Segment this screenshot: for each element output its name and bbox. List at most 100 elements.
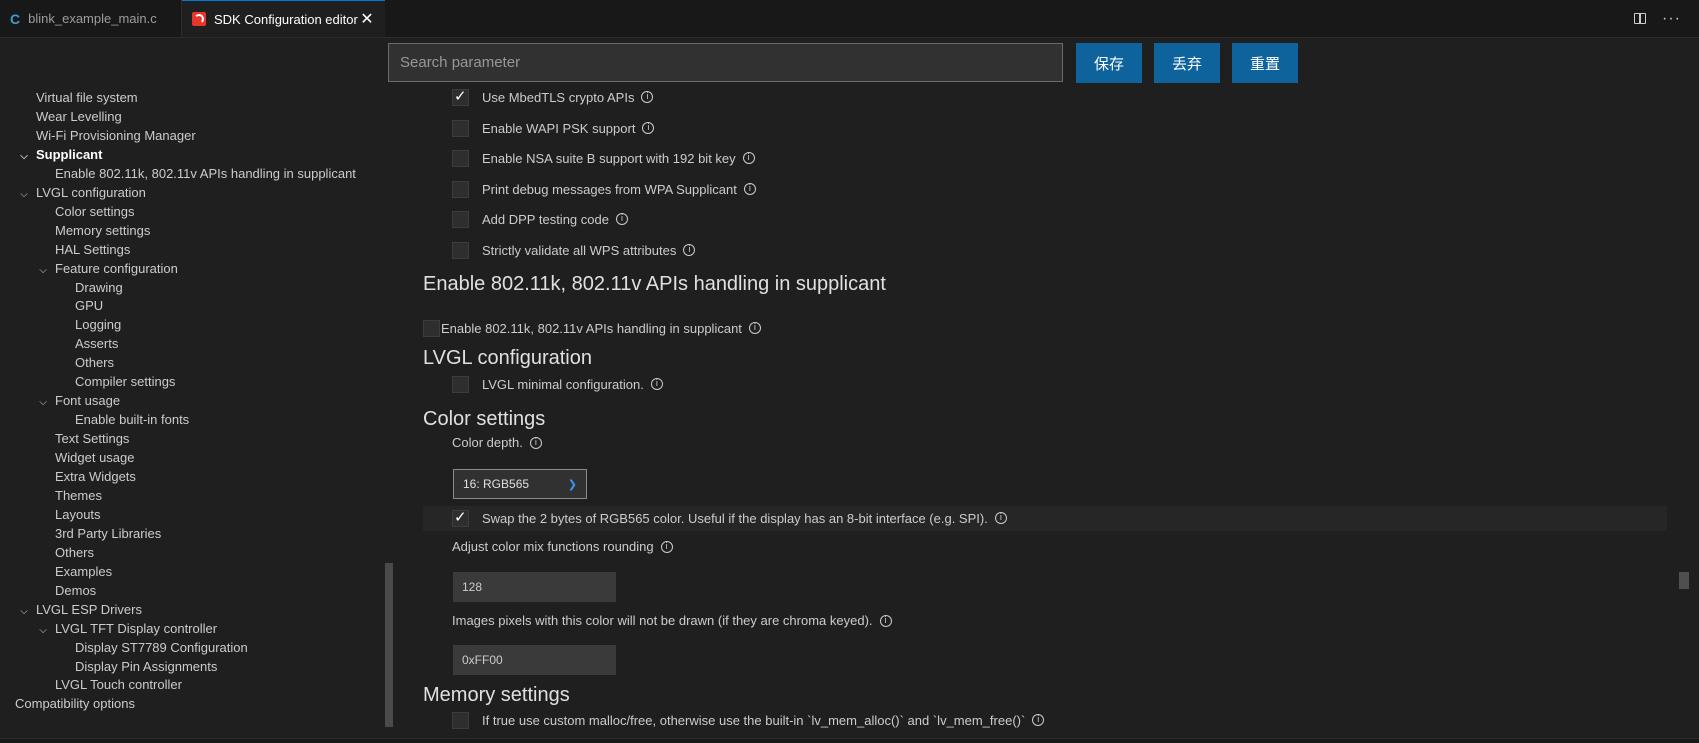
checkbox[interactable] [452,508,469,527]
info-icon[interactable]: i [743,183,756,195]
tree-item-label: Feature configuration [55,260,178,276]
tree-item[interactable]: Wear Levelling [36,107,122,126]
chroma-key-label: Images pixels with this color will not b… [452,613,892,628]
label-text: Adjust color mix functions rounding [452,539,654,554]
info-icon[interactable]: i [1032,714,1045,726]
tree-item[interactable]: Wi-Fi Provisioning Manager [36,126,196,145]
editor-actions: ··· [1634,0,1699,37]
tree-item[interactable]: Themes [55,486,102,505]
tree-item[interactable]: ⌵ Feature configuration [35,259,178,278]
tree-item[interactable]: Asserts [75,334,118,353]
tree-item[interactable]: Color settings [55,202,134,221]
checkbox[interactable] [452,88,469,106]
option-swap-bytes: Swap the 2 bytes of RGB565 color. Useful… [452,507,1007,529]
tab-blink-example-main[interactable]: C blink_example_main.c [0,0,182,37]
tree-item[interactable]: Others [75,353,114,372]
info-icon[interactable]: i [994,512,1007,524]
content-scrollbar[interactable] [1679,572,1689,589]
tree-item[interactable]: Text Settings [55,429,129,448]
chroma-key-input[interactable] [453,645,616,675]
color-depth-label: Color depth. i [452,435,542,450]
sidebar-scrollbar[interactable] [385,563,393,727]
tree-item[interactable]: Virtual file system [36,88,138,107]
info-icon[interactable]: i [879,614,892,627]
tree-item[interactable]: Memory settings [55,221,150,240]
tree-item[interactable]: GPU [75,296,103,315]
option-debug-messages: Print debug messages from WPA Supplicant… [452,178,756,200]
chevron-down-icon[interactable]: ⌵ [35,393,51,412]
chevron-down-icon[interactable]: ⌵ [16,602,32,621]
info-icon[interactable]: i [742,152,755,164]
color-depth-select[interactable]: 16: RGB565 ❯ [453,469,587,499]
checkbox[interactable] [452,241,469,259]
checkbox[interactable] [452,149,469,167]
save-button[interactable]: 保存 [1076,43,1142,83]
info-icon[interactable]: i [641,91,654,103]
option-label: Strictly validate all WPS attributes [482,242,677,258]
info-icon[interactable]: i [748,322,761,334]
tree-item[interactable]: Logging [75,315,121,334]
reset-button[interactable]: 重置 [1232,43,1298,83]
tree-item[interactable]: HAL Settings [55,240,130,259]
checkbox[interactable] [452,180,469,198]
tree-item[interactable]: ⌵ Font usage [35,391,120,410]
tree-item[interactable]: Compatibility options [15,694,135,713]
option-label: Enable 802.11k, 802.11v APIs handling in… [441,320,742,336]
more-actions-icon[interactable]: ··· [1662,10,1681,28]
tree-item-label: Compatibility options [15,696,135,712]
tree-item[interactable]: Compiler settings [75,372,175,391]
search-input[interactable] [388,43,1063,82]
info-icon[interactable]: i [529,436,542,449]
split-editor-icon[interactable] [1634,13,1647,24]
info-icon[interactable]: i [683,244,696,256]
option-label: Add DPP testing code [482,211,609,227]
option-80211kv: Enable 802.11k, 802.11v APIs handling in… [423,317,761,339]
tree-item[interactable]: ⌵ Supplicant [16,145,102,164]
option-label: If true use custom malloc/free, otherwis… [482,712,1026,728]
tree-item[interactable]: ⌵ LVGL TFT Display controller [35,619,217,638]
tree-item[interactable]: ⌵ LVGL ESP Drivers [16,600,142,619]
tree-item-label: Wi-Fi Provisioning Manager [36,127,196,143]
tree-item[interactable]: Extra Widgets [55,467,136,486]
discard-button[interactable]: 丢弃 [1154,43,1220,83]
mix-rounding-input[interactable] [453,572,616,602]
tree-item[interactable]: Drawing [75,278,123,297]
tree-item-label: Virtual file system [36,90,138,105]
tree-item[interactable]: Enable built-in fonts [75,410,189,429]
tree-item-label: Others [55,544,95,560]
chevron-down-icon[interactable]: ⌵ [35,621,51,640]
chevron-down-icon[interactable]: ⌵ [16,147,32,166]
info-icon[interactable]: i [650,378,663,390]
tree-item[interactable]: Enable 802.11k, 802.11v APIs handling in… [55,164,356,183]
tree-item[interactable]: ⌵ LVGL configuration [16,183,146,202]
chevron-down-icon[interactable]: ⌵ [35,261,51,280]
tree-item[interactable]: Demos [55,581,96,600]
checkbox[interactable] [452,119,469,137]
checkbox[interactable] [452,711,469,729]
checkbox[interactable] [452,210,469,228]
tree-item[interactable]: Others [55,543,94,562]
checkbox[interactable] [452,375,469,393]
tab-sdk-configuration-editor[interactable]: SDK Configuration editor ✕ [182,0,385,37]
config-content: Use MbedTLS crypto APIs i Enable WAPI PS… [422,88,1667,738]
tree-item[interactable]: Widget usage [55,448,135,467]
tree-item[interactable]: Layouts [55,505,101,524]
tree-item[interactable]: LVGL Touch controller [55,675,182,694]
select-value: 16: RGB565 [463,477,530,491]
info-icon[interactable]: i [642,122,655,134]
tree-item[interactable]: 3rd Party Libraries [55,524,161,543]
tree-item[interactable]: Display ST7789 Configuration [75,638,248,657]
close-icon[interactable]: ✕ [359,9,375,29]
editor-tab-bar: C blink_example_main.c SDK Configuration… [0,0,1699,38]
info-icon[interactable]: i [615,213,628,225]
checkbox[interactable] [423,319,440,337]
tree-item-label: Examples [55,563,113,579]
tree-item[interactable]: Display Pin Assignments [75,657,217,676]
info-icon[interactable]: i [660,540,673,553]
chevron-down-icon[interactable]: ⌵ [16,185,32,204]
tree-item-label: LVGL ESP Drivers [36,601,142,617]
tree-item[interactable]: Examples [55,562,112,581]
tree-item-label: Display Pin Assignments [75,658,218,674]
tree-item-label: Widget usage [55,450,135,466]
option-custom-malloc: If true use custom malloc/free, otherwis… [452,709,1045,731]
